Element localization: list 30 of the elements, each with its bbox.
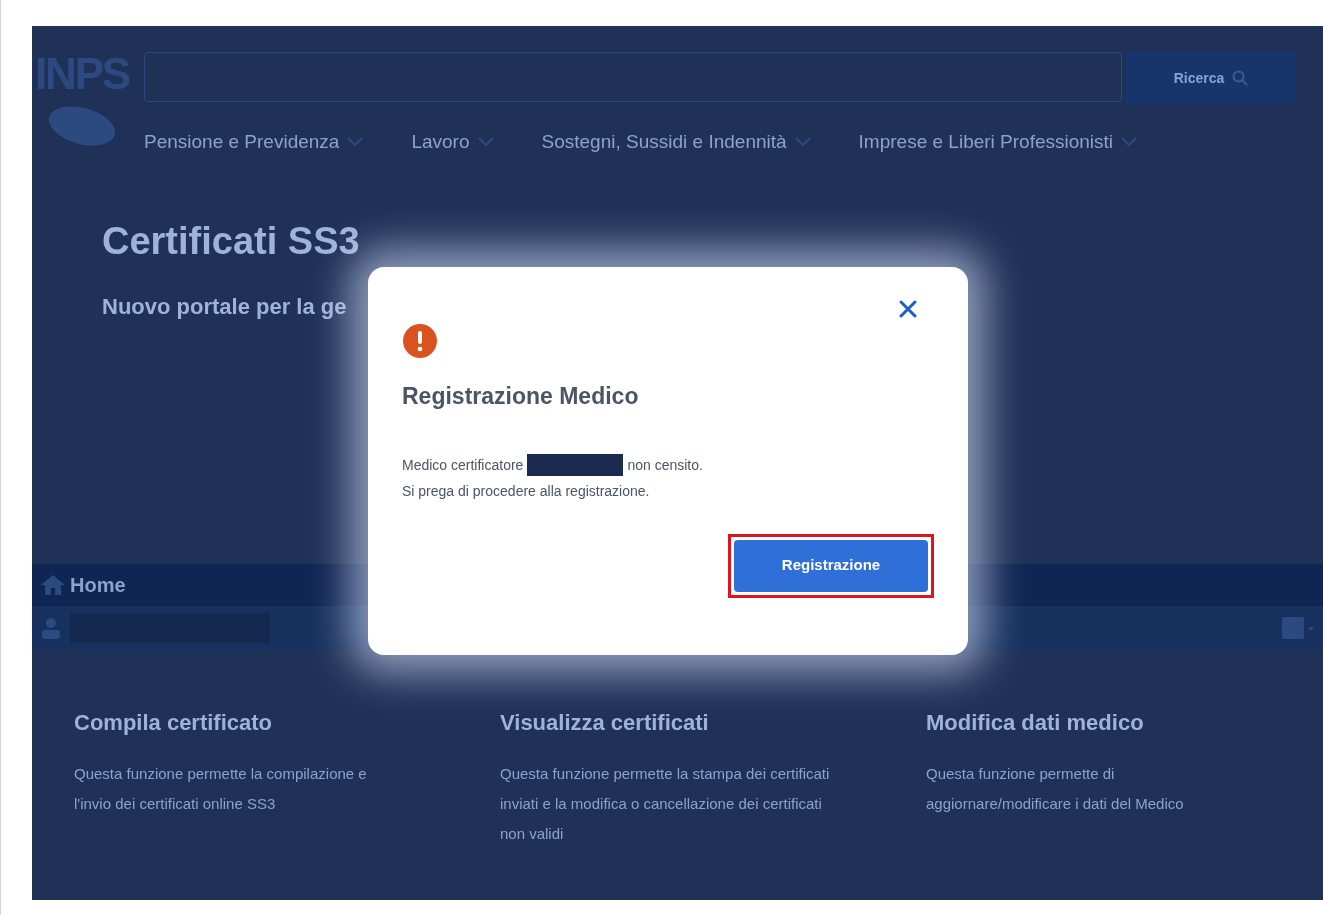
chevron-down-icon <box>794 137 811 148</box>
chevron-down-icon <box>477 137 494 148</box>
nav-menu-item[interactable]: Imprese e Liberi Professionisti <box>858 128 1138 157</box>
message-text: Si prega di procedere alla registrazione. <box>402 481 651 501</box>
nav-menu-item[interactable]: Pensione e Previdenza <box>144 128 364 157</box>
breadcrumb-link[interactable]: Home <box>70 570 126 600</box>
card-title[interactable]: Modifica dati medico <box>926 706 1144 739</box>
calendar-icon[interactable] <box>1280 615 1316 641</box>
search-field[interactable] <box>144 52 1122 102</box>
page-subheading: Nuovo portale per la ge <box>102 292 347 321</box>
dialog-title: Registrazione Medico <box>402 382 640 411</box>
home-icon <box>40 574 66 596</box>
card-description: Questa funzione permette di aggiornare/modificare i dati del Medico <box>926 764 1185 814</box>
search-icon <box>1232 70 1249 86</box>
nav-menu-item[interactable]: Lavoro <box>411 128 494 157</box>
user-icon <box>40 616 62 640</box>
message-text: Medico certificatore <box>402 455 524 475</box>
warning-icon <box>402 323 438 359</box>
nav-menu-item[interactable]: Sostegni, Sussidi e Indennità <box>541 128 811 157</box>
chevron-down-icon <box>1121 137 1138 148</box>
search-button[interactable]: Ricerca <box>1126 52 1296 104</box>
chevron-down-icon <box>347 137 364 148</box>
card-title[interactable]: Visualizza certificati <box>500 706 709 739</box>
close-icon <box>899 300 917 318</box>
register-button[interactable]: Registrazione <box>734 539 928 592</box>
card-description: Questa funzione permette la compilazione e l'invio dei certificati online SS3 <box>74 764 368 814</box>
page-heading: Certificati SS3 <box>102 218 360 264</box>
card-title[interactable]: Compila certificato <box>74 706 273 739</box>
card-description: Questa funzione permette la stampa dei certificati inviati e la modifica o cancellazione dei certificati non validi <box>500 764 830 844</box>
message-text: non censito. <box>627 455 703 475</box>
